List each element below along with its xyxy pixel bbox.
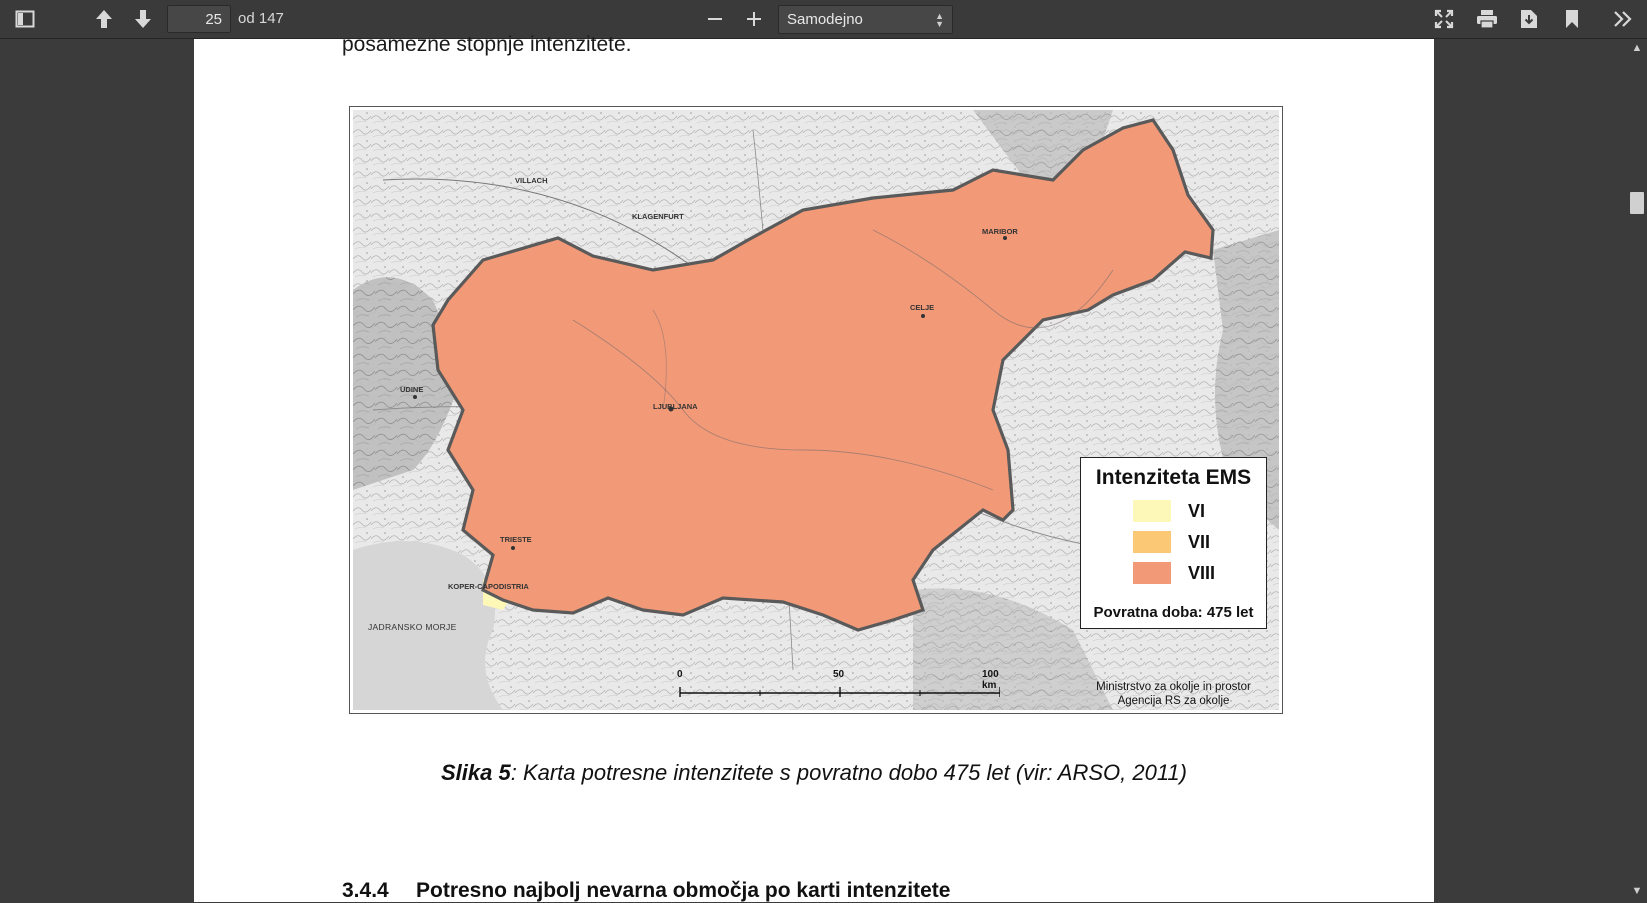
section-number: 3.4.4 [342, 879, 389, 902]
credit-line-1: Ministrstvo za okolje in prostor [1096, 681, 1251, 693]
city-label-udine: UDINE [400, 385, 424, 394]
legend-swatch-viii [1133, 562, 1171, 584]
presentation-mode-button[interactable] [1429, 4, 1459, 34]
scroll-up-arrow-icon[interactable]: ▲ [1629, 42, 1645, 56]
caption-label: Slika 5 [441, 760, 511, 785]
download-icon [1521, 10, 1537, 28]
map-legend: Intenziteta EMS VI VII VIII Povratna dob… [1080, 457, 1267, 629]
double-chevron-right-icon [1614, 11, 1632, 27]
intensity-map-figure: LJUBLJANA MARIBOR TRIESTE VILLACH KLAGEN… [349, 106, 1283, 714]
sea-label: JADRANSKO MORJE [368, 622, 457, 632]
section-heading: 3.4.4 Potresno najbolj nevarna območja po… [342, 879, 950, 903]
sidebar-toggle-icon [15, 10, 35, 28]
page-number-input[interactable] [167, 5, 231, 33]
city-label-trieste: TRIESTE [500, 535, 532, 544]
legend-return-period: Povratna doba: 475 let [1093, 604, 1254, 621]
figure-caption: Slika 5: Karta potresne intenzitete s po… [194, 760, 1434, 786]
zoom-in-button[interactable] [739, 4, 769, 34]
scrollbar-thumb[interactable] [1630, 192, 1644, 214]
legend-swatch-vii [1133, 531, 1171, 553]
legend-label-viii: VIII [1188, 563, 1216, 583]
minus-icon [708, 18, 722, 20]
zoom-out-button[interactable] [700, 4, 730, 34]
city-label-koper: KOPER-CAPODISTRIA [448, 582, 529, 591]
city-label-klagenfurt: KLAGENFURT [632, 212, 684, 221]
page-count-label: od 147 [238, 10, 284, 27]
credit-line-2: Agencija RS za okolje [1117, 695, 1230, 707]
previous-paragraph-tail: posamezne stopnje intenzitete. [342, 33, 632, 56]
download-button[interactable] [1514, 4, 1544, 34]
city-label-villach: VILLACH [515, 176, 548, 185]
legend-swatch-vi [1133, 500, 1171, 522]
legend-title: Intenziteta EMS [1095, 466, 1252, 489]
next-page-button[interactable] [128, 4, 158, 34]
print-button[interactable] [1472, 4, 1502, 34]
city-label-ljubljana: LJUBLJANA [653, 402, 698, 411]
select-arrows-icon: ▲ ▼ [935, 11, 944, 29]
scale-label-50: 50 [833, 669, 845, 680]
vertical-scrollbar[interactable] [1627, 39, 1647, 902]
city-label-maribor: MARIBOR [982, 227, 1018, 236]
previous-page-button[interactable] [89, 4, 119, 34]
bookmark-button[interactable] [1557, 4, 1587, 34]
bookmark-icon [1566, 10, 1578, 28]
scale-label-0: 0 [677, 669, 683, 680]
scroll-down-arrow-icon[interactable]: ▼ [1629, 885, 1645, 899]
pdf-toolbar: od 147 Samodejno ▲▼ [0, 0, 1647, 39]
map-credit: Ministrstvo za okolje in prostor Agencij… [1080, 680, 1267, 708]
plus-icon [747, 12, 761, 26]
pdf-page: posamezne stopnje intenzitete. LJUBLJANA… [194, 33, 1434, 903]
printer-icon [1477, 10, 1497, 29]
arrow-down-icon [135, 10, 151, 28]
caption-text: : Karta potresne intenzitete s povratno … [510, 760, 1187, 785]
zoom-select[interactable]: Samodejno ▲ ▼ [778, 5, 953, 34]
sidebar-toggle-button[interactable] [10, 4, 40, 34]
arrow-up-icon [96, 10, 112, 28]
section-title: Potresno najbolj nevarna območja po kart… [416, 879, 951, 902]
zoom-select-value: Samodejno [787, 11, 863, 28]
scale-label-100: 100 km [982, 669, 999, 691]
legend-label-vii: VII [1188, 532, 1211, 552]
scale-bar-graphic [679, 687, 1000, 697]
fullscreen-icon [1434, 9, 1454, 29]
city-label-celje: CELJE [910, 303, 935, 312]
tools-menu-button[interactable] [1608, 4, 1638, 34]
legend-label-vi: VI [1188, 501, 1206, 521]
